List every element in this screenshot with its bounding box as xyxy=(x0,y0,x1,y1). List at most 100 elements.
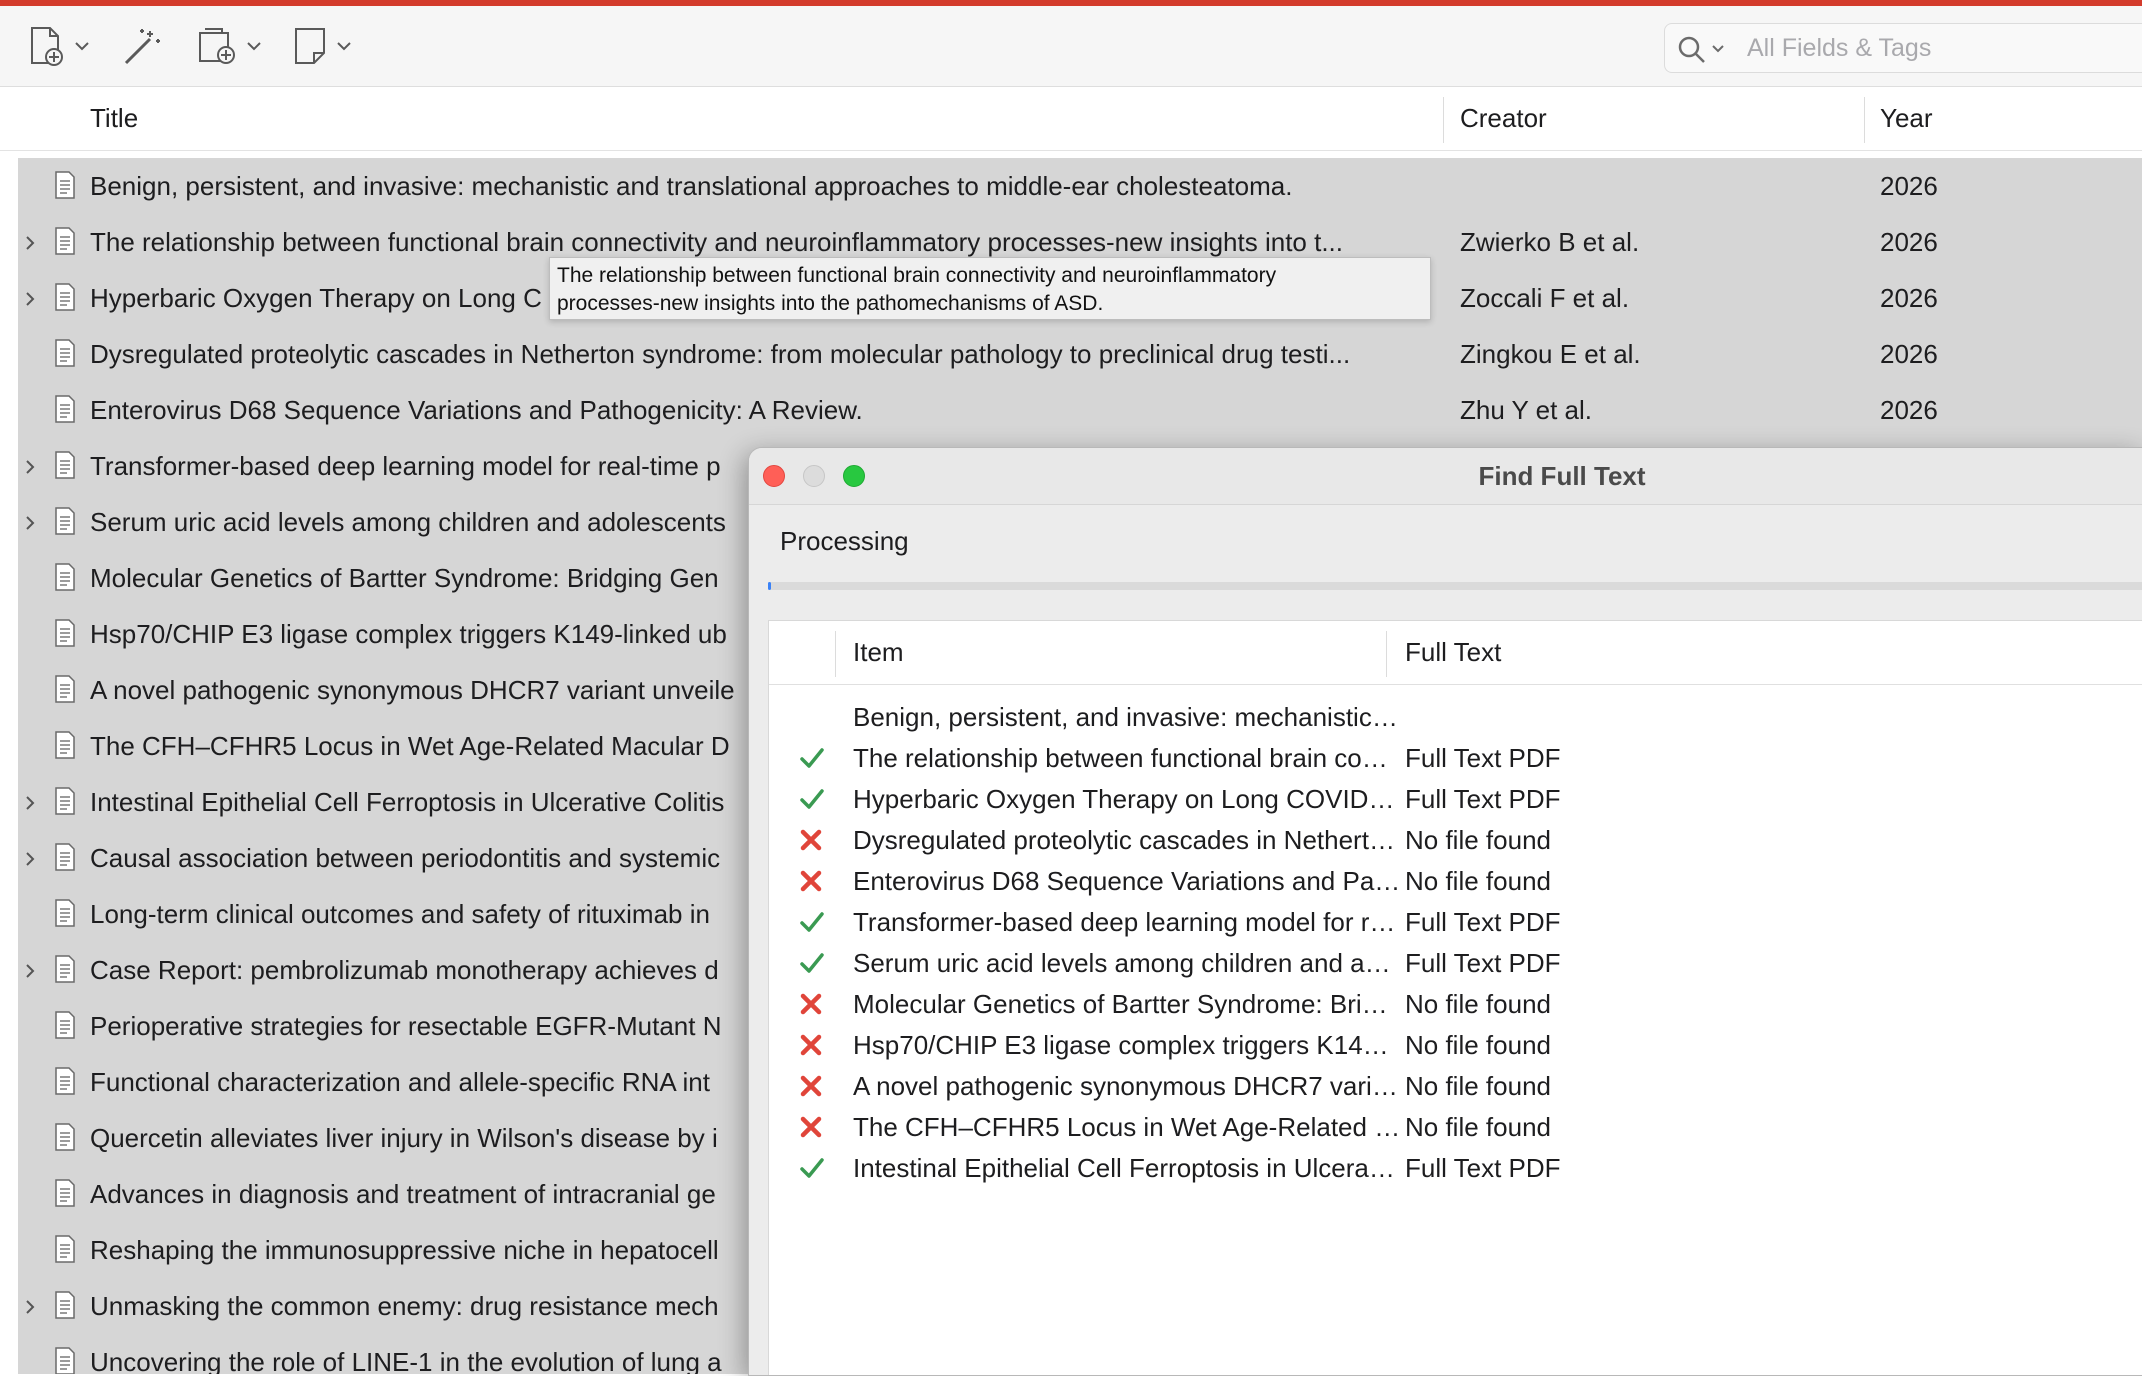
item-year: 2026 xyxy=(1880,339,1938,369)
items-column-header: Title Creator Year xyxy=(0,87,2142,151)
column-header-full-text[interactable]: Full Text xyxy=(1405,621,1501,684)
dialog-title: Find Full Text xyxy=(1478,461,1646,491)
item-title: Advances in diagnosis and treatment of i… xyxy=(90,1179,716,1209)
search-input[interactable] xyxy=(1745,30,2129,66)
cross-icon xyxy=(800,1075,822,1097)
chevron-right-icon[interactable] xyxy=(24,459,36,475)
column-divider[interactable] xyxy=(1386,631,1387,677)
item-year: 2026 xyxy=(1880,283,1938,313)
item-creator: Zwierko B et al. xyxy=(1460,227,1640,257)
column-divider[interactable] xyxy=(1864,97,1865,143)
item-title: Benign, persistent, and invasive: mechan… xyxy=(90,171,1293,201)
result-item-title: Intestinal Epithelial Cell Ferroptosis i… xyxy=(853,1153,1401,1183)
dialog-titlebar[interactable]: Find Full Text xyxy=(749,448,2142,505)
chevron-down-icon xyxy=(337,42,351,51)
checkmark-icon xyxy=(800,912,824,932)
magic-wand-icon xyxy=(124,29,160,65)
item-title: Perioperative strategies for resectable … xyxy=(90,1011,722,1041)
item-title: Case Report: pembrolizumab monotherapy a… xyxy=(90,955,719,985)
document-icon xyxy=(55,507,75,535)
item-title: Long-term clinical outcomes and safety o… xyxy=(90,899,710,929)
document-icon xyxy=(55,227,75,255)
add-attachment-button[interactable] xyxy=(196,24,262,68)
document-icon xyxy=(55,1011,75,1039)
document-icon xyxy=(55,675,75,703)
chevron-right-icon[interactable] xyxy=(24,963,36,979)
item-row[interactable]: Benign, persistent, and invasive: mechan… xyxy=(18,158,2142,214)
search-mode-button[interactable] xyxy=(1677,35,1731,68)
item-year: 2026 xyxy=(1880,171,1938,201)
title-tooltip: The relationship between functional brai… xyxy=(549,257,1431,320)
document-icon xyxy=(55,1123,75,1151)
progress-bar xyxy=(768,582,2142,590)
chevron-right-icon[interactable] xyxy=(24,1299,36,1315)
checkmark-icon xyxy=(800,953,824,973)
chevron-right-icon[interactable] xyxy=(24,235,36,251)
item-title: Quercetin alleviates liver injury in Wil… xyxy=(90,1123,718,1153)
column-header-title[interactable]: Title xyxy=(90,87,138,150)
cross-icon xyxy=(800,1034,822,1056)
document-icon xyxy=(55,451,75,479)
document-icon xyxy=(55,1067,75,1095)
item-row[interactable]: Dysregulated proteolytic cascades in Net… xyxy=(18,326,2142,382)
results-table: Item Full Text Benign, persistent, and i… xyxy=(768,620,2142,1375)
tooltip-line: The relationship between functional brai… xyxy=(557,264,1277,287)
chevron-right-icon[interactable] xyxy=(24,795,36,811)
chevron-right-icon[interactable] xyxy=(24,851,36,867)
add-attachment-icon xyxy=(199,28,235,64)
cross-icon xyxy=(800,870,822,892)
document-icon xyxy=(55,787,75,815)
chevron-right-icon[interactable] xyxy=(24,291,36,307)
item-title: Uncovering the role of LINE-1 in the evo… xyxy=(90,1347,722,1374)
item-title: Hsp70/CHIP E3 ligase complex triggers K1… xyxy=(90,619,727,649)
new-note-button[interactable] xyxy=(292,24,352,68)
cross-icon xyxy=(800,829,822,851)
item-creator: Zoccali F et al. xyxy=(1460,283,1630,313)
item-title: Enterovirus D68 Sequence Variations and … xyxy=(90,395,863,425)
column-divider[interactable] xyxy=(835,631,836,677)
item-title: A novel pathogenic synonymous DHCR7 vari… xyxy=(90,675,735,705)
document-icon xyxy=(55,339,75,367)
item-title: Functional characterization and allele-s… xyxy=(90,1067,710,1097)
checkmark-icon xyxy=(800,748,824,768)
document-icon xyxy=(55,843,75,871)
column-divider[interactable] xyxy=(1443,97,1444,143)
find-full-text-dialog: Find Full Text Processing Item Full Text… xyxy=(748,447,2142,1376)
item-title: Transformer-based deep learning model fo… xyxy=(90,451,721,481)
column-header-year[interactable]: Year xyxy=(1880,87,1933,150)
tooltip-line: processes-new insights into the pathomec… xyxy=(557,292,1104,315)
search-box[interactable] xyxy=(1664,23,2142,73)
document-icon xyxy=(55,171,75,199)
document-icon xyxy=(55,283,75,311)
document-icon xyxy=(55,955,75,983)
cross-icon xyxy=(800,993,822,1015)
results-table-header: Item Full Text xyxy=(769,621,2142,685)
document-icon xyxy=(55,899,75,927)
result-row[interactable]: Intestinal Epithelial Cell Ferroptosis i… xyxy=(769,1140,2142,1196)
document-icon xyxy=(55,563,75,591)
cross-icon xyxy=(800,1116,822,1138)
document-icon xyxy=(55,1235,75,1263)
new-item-button[interactable] xyxy=(28,24,90,68)
document-icon xyxy=(55,1347,75,1374)
item-row[interactable]: Enterovirus D68 Sequence Variations and … xyxy=(18,382,2142,438)
add-by-identifier-button[interactable] xyxy=(120,24,166,68)
new-item-icon xyxy=(31,27,63,66)
checkmark-icon xyxy=(800,789,824,809)
document-icon xyxy=(55,619,75,647)
item-title: The CFH–CFHR5 Locus in Wet Age-Related M… xyxy=(90,731,730,761)
chevron-down-icon xyxy=(247,42,261,51)
item-title: Causal association between periodontitis… xyxy=(90,843,721,873)
document-icon xyxy=(55,395,75,423)
item-title: Intestinal Epithelial Cell Ferroptosis i… xyxy=(90,787,725,817)
item-title: Reshaping the immunosuppressive niche in… xyxy=(90,1235,719,1265)
status-text: Processing xyxy=(780,526,909,556)
result-full-text: Full Text PDF xyxy=(1405,1153,1561,1183)
item-title: Serum uric acid levels among children an… xyxy=(90,507,726,537)
chevron-right-icon[interactable] xyxy=(24,515,36,531)
new-note-icon xyxy=(295,28,325,64)
column-header-item[interactable]: Item xyxy=(853,621,904,684)
item-title: Molecular Genetics of Bartter Syndrome: … xyxy=(90,563,719,593)
item-year: 2026 xyxy=(1880,395,1938,425)
column-header-creator[interactable]: Creator xyxy=(1460,87,1547,150)
